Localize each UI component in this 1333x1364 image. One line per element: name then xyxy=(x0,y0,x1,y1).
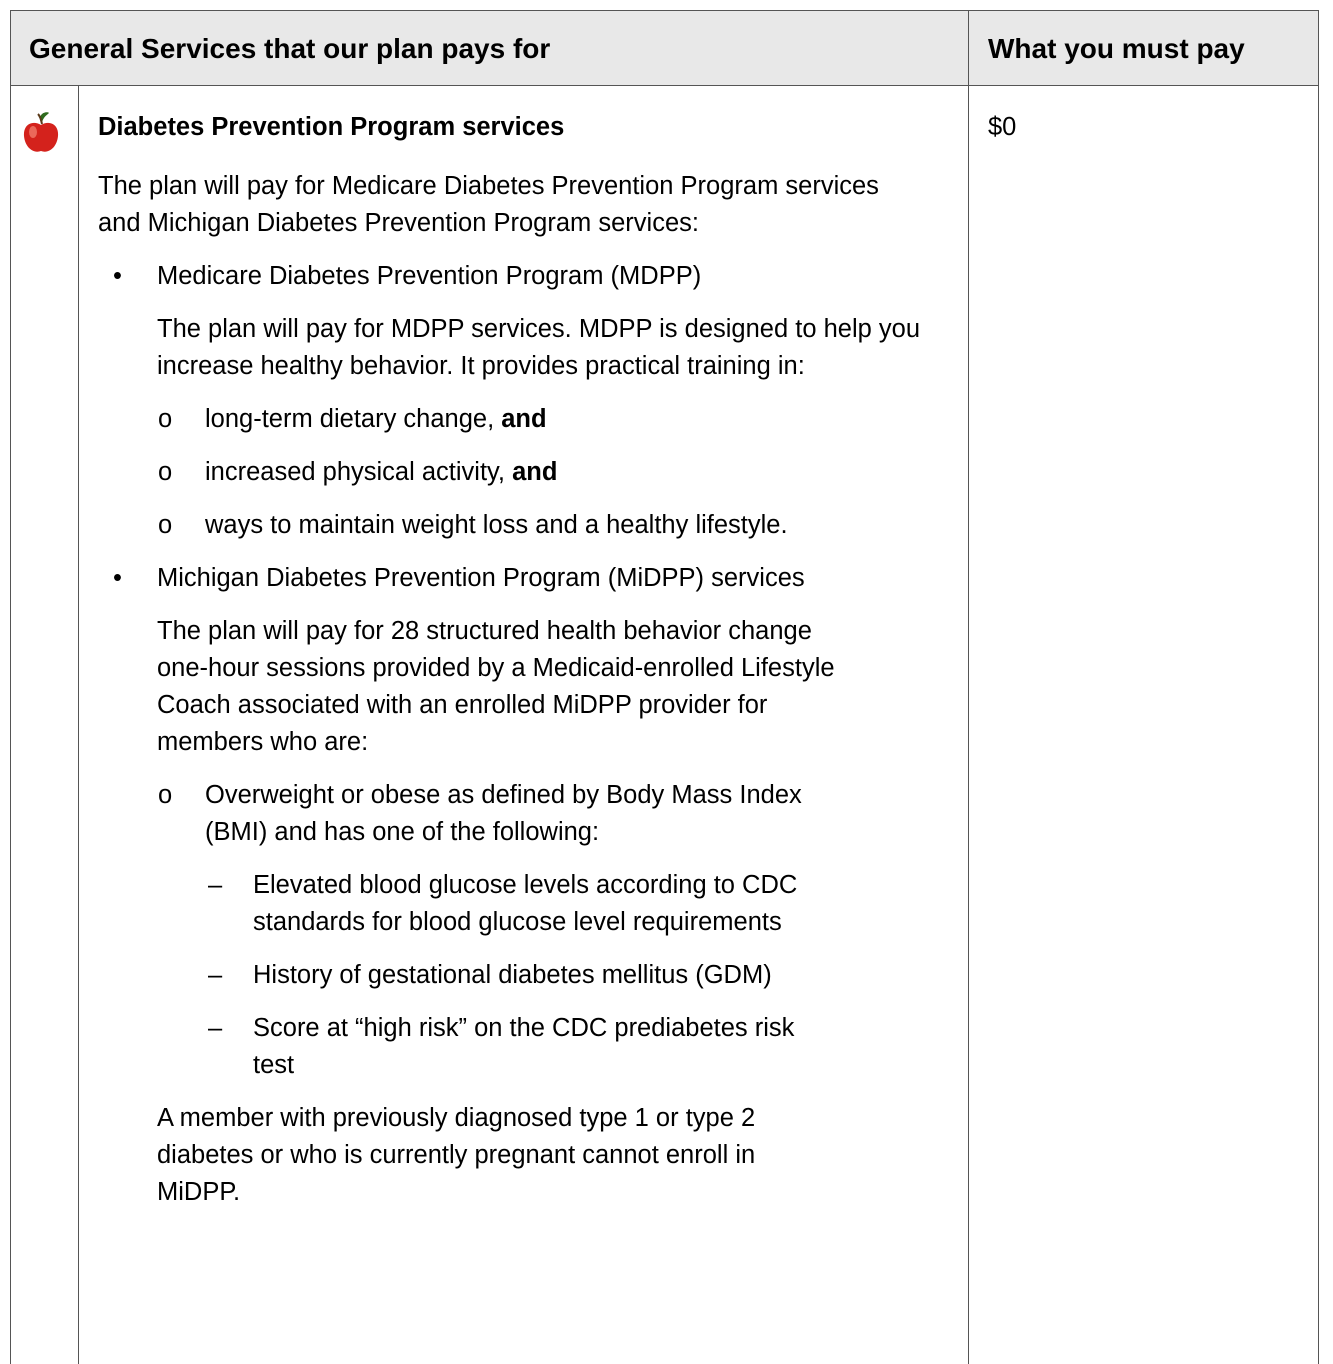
list-item: o long-term dietary change, and xyxy=(158,405,547,433)
bullet-dot: • xyxy=(113,262,122,290)
icon-column-divider xyxy=(78,86,79,1364)
apple-icon xyxy=(23,112,59,152)
criteria-item: – Score at “high risk” on the CDC predia… xyxy=(208,1014,795,1079)
midpp-description: The plan will pay for 28 structured heal… xyxy=(157,617,835,756)
service-title: Diabetes Prevention Program services xyxy=(98,113,565,141)
criteria-item: – Elevated blood glucose levels accordin… xyxy=(208,871,798,936)
service-description: Diabetes Prevention Program services The… xyxy=(98,109,928,1227)
list-item: o increased physical activity, and xyxy=(158,458,558,486)
table-header: General Services that our plan pays for … xyxy=(11,11,1318,86)
service-intro: The plan will pay for Medicare Diabetes … xyxy=(98,172,879,237)
header-services: General Services that our plan pays for xyxy=(29,33,551,64)
header-payment: What you must pay xyxy=(988,33,1245,64)
bullet-dot: • xyxy=(113,564,122,592)
benefits-table: General Services that our plan pays for … xyxy=(10,10,1319,1364)
list-item: o Overweight or obese as defined by Body… xyxy=(158,781,802,846)
bullet-label: Michigan Diabetes Prevention Program (Mi… xyxy=(157,564,805,592)
criteria-item: – History of gestational diabetes mellit… xyxy=(208,961,772,989)
bullet-midpp: • Michigan Diabetes Prevention Program (… xyxy=(98,560,928,597)
enrollment-note: A member with previously diagnosed type … xyxy=(157,1104,756,1206)
payment-amount: $0 xyxy=(988,113,1017,141)
bullet-mdpp: • Medicare Diabetes Prevention Program (… xyxy=(98,258,928,295)
column-divider xyxy=(968,11,969,1364)
list-item: o ways to maintain weight loss and a hea… xyxy=(158,511,788,539)
mdpp-description: The plan will pay for MDPP services. MDP… xyxy=(157,315,920,380)
bullet-label: Medicare Diabetes Prevention Program (MD… xyxy=(157,262,702,290)
